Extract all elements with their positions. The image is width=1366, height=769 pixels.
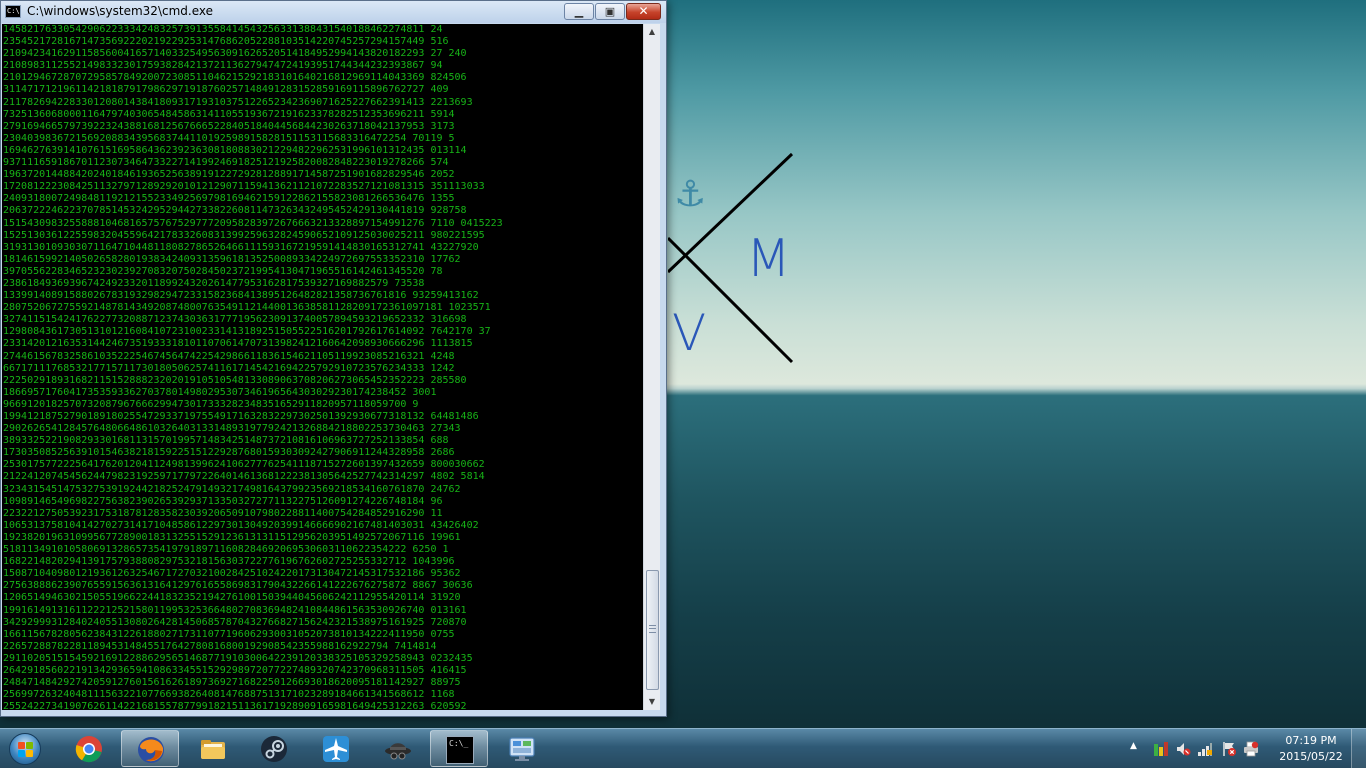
maximize-button[interactable]: ▣ xyxy=(595,3,625,20)
taskbar-spy-app-button[interactable] xyxy=(369,730,427,767)
wallpaper-anchor-icon: ⚓ xyxy=(674,174,706,215)
console-output[interactable]: 1458217633054290622333424832573913558414… xyxy=(2,24,643,710)
system-tray: ▲ 07:19 PM 2015/05/22 xyxy=(1126,729,1366,769)
taskbar-control-panel-button[interactable] xyxy=(493,730,551,767)
chrome-icon xyxy=(75,736,102,763)
volume-muted-icon[interactable] xyxy=(1175,741,1191,757)
taskbar: C:\_ ▲ 07:19 PM 2015/05/22 xyxy=(0,728,1366,769)
action-center-flag-icon[interactable] xyxy=(1221,741,1237,757)
cmd-window[interactable]: C:\ C:\windows\system32\cmd.exe ▁ ▣ ✕ 14… xyxy=(0,0,667,717)
taskbar-airplane-button[interactable] xyxy=(307,730,365,767)
show-hidden-icons-icon[interactable]: ▲ xyxy=(1130,741,1137,751)
taskbar-cmd-button[interactable]: C:\_ xyxy=(430,730,488,767)
windows-logo-icon xyxy=(9,733,41,765)
taskbar-steam-button[interactable] xyxy=(245,730,303,767)
steam-icon xyxy=(261,736,287,762)
scroll-down-arrow-icon[interactable]: ▼ xyxy=(644,694,660,710)
minimize-button[interactable]: ▁ xyxy=(564,3,594,20)
scroll-up-arrow-icon[interactable]: ▲ xyxy=(644,24,660,40)
battery-tray-icon[interactable] xyxy=(1153,741,1169,757)
spy-hat-icon xyxy=(385,743,411,760)
close-button[interactable]: ✕ xyxy=(626,3,661,20)
network-icon[interactable] xyxy=(1197,741,1213,757)
taskbar-firefox-button[interactable] xyxy=(121,730,179,767)
wallpaper-logo: ⚓ M V xyxy=(668,152,794,364)
taskbar-chrome-button[interactable] xyxy=(60,730,118,767)
taskbar-explorer-button[interactable] xyxy=(184,730,242,767)
wallpaper-letter-v: V xyxy=(672,304,706,362)
airplane-icon xyxy=(323,736,349,762)
printer-tray-icon[interactable] xyxy=(1243,741,1259,757)
console-app-icon[interactable]: C:\ xyxy=(5,5,21,18)
scroll-grip-icon xyxy=(649,625,656,633)
clock-date: 2015/05/22 xyxy=(1279,750,1343,763)
scrollbar-thumb[interactable] xyxy=(646,570,659,690)
show-desktop-button[interactable] xyxy=(1351,729,1366,769)
control-panel-icon xyxy=(509,737,535,761)
console-text: 1458217633054290622333424832573913558414… xyxy=(3,24,503,710)
wallpaper-letter-m: M xyxy=(746,229,791,289)
command-prompt-icon: C:\_ xyxy=(446,736,474,764)
clock[interactable]: 07:19 PM 2015/05/22 xyxy=(1276,733,1346,765)
vertical-scrollbar[interactable]: ▲ ▼ xyxy=(643,24,660,710)
start-button[interactable] xyxy=(4,730,48,768)
firefox-icon xyxy=(138,737,164,763)
folder-icon xyxy=(201,740,225,759)
title-bar[interactable]: C:\ C:\windows\system32\cmd.exe ▁ ▣ ✕ xyxy=(1,1,666,23)
clock-time: 07:19 PM xyxy=(1285,734,1337,747)
window-title: C:\windows\system32\cmd.exe xyxy=(27,4,213,18)
